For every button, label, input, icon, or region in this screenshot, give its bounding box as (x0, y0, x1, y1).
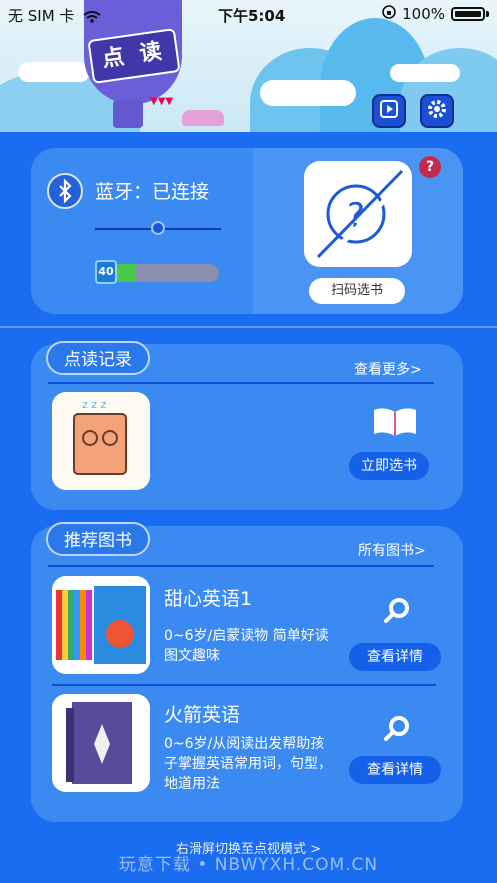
gear-icon (425, 97, 449, 125)
help-icon[interactable]: ? (419, 156, 441, 178)
history-title: 点读记录 (46, 341, 150, 375)
question-book-icon: ? (316, 169, 410, 263)
open-book-icon (372, 404, 418, 442)
status-right: 100% (382, 5, 489, 23)
book-title: 甜心英语1 (164, 588, 253, 610)
book-title: 火箭英语 (164, 704, 241, 726)
pen-battery-bar (101, 264, 219, 282)
book-description: 0~6岁/从阅读出发帮助孩子掌握英语常用词，句型，地道用法 (164, 736, 332, 792)
pen-battery-level: 40 (95, 260, 117, 284)
clock: 下午5:04 (218, 7, 286, 25)
scan-book-tile[interactable]: ? (304, 161, 412, 267)
bluetooth-icon (47, 173, 83, 209)
section-underline (48, 565, 434, 567)
bluetooth-card: 蓝牙：已连接 40 ? 扫码选书 ? (31, 148, 463, 314)
bluetooth-status: 蓝牙：已连接 (95, 181, 210, 203)
recommend-title: 推荐图书 (46, 522, 150, 556)
battery-percent: 100% (402, 5, 445, 23)
battery-icon (451, 7, 485, 21)
view-details-button[interactable]: 查看详情 (349, 756, 441, 784)
sleeping-book-illustration: z z z (52, 392, 150, 490)
settings-button[interactable] (420, 94, 454, 128)
history-more-link[interactable]: 查看更多> (354, 359, 422, 379)
book-cover-rocket-english[interactable] (52, 694, 150, 792)
balloon-basket (113, 100, 143, 128)
book-description: 0~6岁/启蒙读物 简单好读 图文趣味 (164, 628, 329, 664)
cloud (18, 62, 90, 82)
scan-select-book-button[interactable]: 扫码选书 (309, 278, 405, 304)
row-divider (52, 684, 436, 686)
divider (0, 326, 497, 328)
car-illustration (182, 110, 224, 126)
flag-garland: ▼▼▼ (150, 96, 174, 107)
view-details-button[interactable]: 查看详情 (349, 643, 441, 671)
watermark: 玩意下载 • NBWYXH.COM.CN (118, 855, 379, 875)
book-cover-sweet-english[interactable] (52, 576, 150, 674)
section-underline (48, 382, 434, 384)
play-button[interactable] (372, 94, 406, 128)
status-bar: 无 SIM 卡 下午5:04 100% (0, 0, 497, 28)
search-icon (382, 596, 412, 630)
battery-tip (486, 11, 489, 17)
history-book-cover[interactable]: z z z (52, 392, 150, 490)
search-icon (382, 714, 412, 748)
book-box-illustration (52, 576, 150, 674)
play-icon (379, 99, 399, 123)
select-book-button[interactable]: 立即选书 (349, 452, 429, 480)
wifi-icon (79, 7, 101, 25)
book-box-illustration (52, 694, 150, 792)
all-books-link[interactable]: 所有图书> (358, 540, 426, 560)
cloud (260, 80, 356, 106)
volume-slider-knob[interactable] (151, 221, 165, 235)
carrier-text: 无 SIM 卡 (8, 7, 75, 25)
svg-text:z z z: z z z (82, 398, 107, 411)
carrier-label: 无 SIM 卡 (8, 5, 101, 26)
lock-rotation-icon (382, 5, 396, 23)
cloud (390, 64, 460, 82)
